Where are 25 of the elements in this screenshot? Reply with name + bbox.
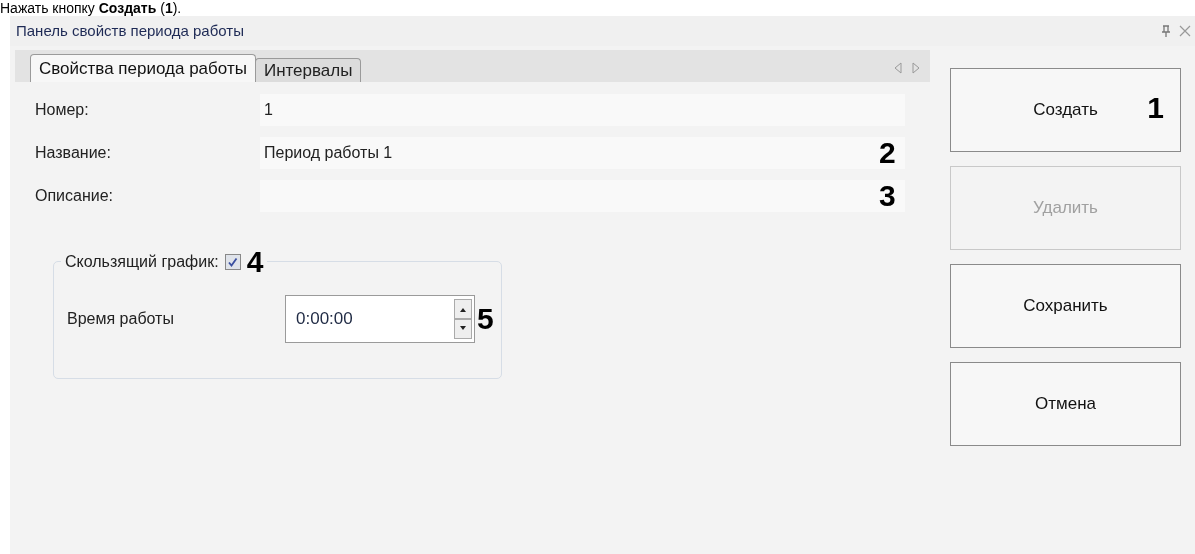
pin-icon[interactable] (1161, 25, 1171, 37)
annotation-number: 2 (879, 138, 896, 168)
time-value: 0:00:00 (295, 308, 354, 331)
time-spinner[interactable]: 0:00:00 (285, 295, 475, 343)
tab-scroll-arrows-icon[interactable] (894, 62, 920, 74)
action-button[interactable]: Отмена (950, 362, 1181, 446)
annotation-number: 1 (1147, 93, 1164, 123)
text-field[interactable]: 1 (260, 94, 905, 126)
annotation-number: 5 (477, 304, 494, 334)
close-icon[interactable] (1179, 25, 1191, 37)
instruction-text: Нажать кнопку Создать (1). (0, 0, 182, 16)
annotation-number: 4 (246, 247, 264, 277)
annotation-number: 3 (879, 181, 896, 211)
field-label: Время работы (67, 309, 175, 329)
action-button[interactable]: Сохранить (950, 264, 1181, 348)
field-label: Номер: (35, 100, 90, 120)
field-label: Название: (35, 143, 112, 163)
tab[interactable]: Свойства периода работы (30, 54, 256, 82)
action-button[interactable]: Создать 1 (950, 68, 1181, 152)
checkbox-label: Скользящий график: (65, 252, 219, 272)
panel-title: Панель свойств периода работы (16, 20, 244, 41)
field-label: Описание: (35, 186, 115, 206)
checkbox[interactable] (224, 254, 241, 270)
spin-arrows-icon[interactable] (454, 299, 472, 339)
tab[interactable]: Интервалы (254, 58, 362, 82)
